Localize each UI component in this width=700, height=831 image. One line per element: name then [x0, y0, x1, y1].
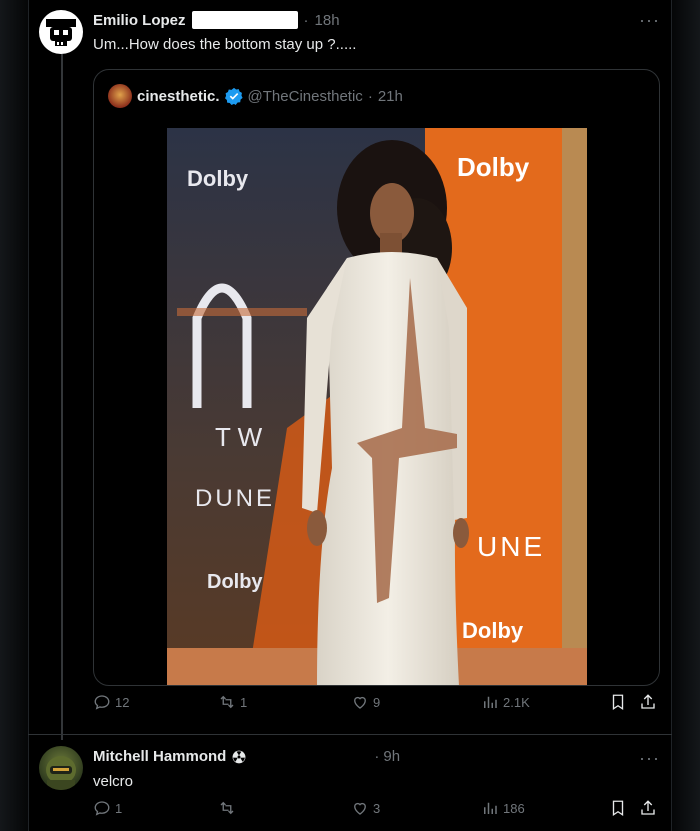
skull-logo-icon: [46, 19, 76, 46]
heart-icon: [354, 802, 366, 815]
photo-text-dune: DUNE: [195, 485, 275, 512]
tweet-text: Um...How does the bottom stay up ?.....: [93, 36, 357, 53]
reply-count: 1: [115, 800, 123, 816]
reply-button[interactable]: 1: [93, 799, 122, 817]
share-icon: [641, 694, 655, 709]
screen-edge-left: [0, 0, 28, 831]
quoted-timestamp[interactable]: 21h: [378, 88, 403, 105]
like-count: 9: [373, 694, 381, 710]
views-button[interactable]: 186: [481, 799, 525, 817]
reply-icon: [94, 801, 110, 816]
share-icon: [641, 800, 655, 815]
tweet-header: Emilio Lopez · 18h: [93, 11, 340, 29]
quoted-author-name[interactable]: cinesthetic.: [137, 88, 220, 105]
share-button[interactable]: [639, 693, 657, 711]
bookmark-button[interactable]: [609, 693, 627, 711]
reply-icon: [94, 695, 110, 710]
bookmark-icon: [612, 800, 624, 817]
verified-badge-icon: [224, 87, 243, 105]
helmet-avatar-icon: [46, 756, 76, 790]
repost-count: 1: [240, 694, 248, 710]
views-count: 186: [503, 800, 525, 816]
quoted-photo[interactable]: Dolby Dolby Dolby Dolby DUNE UNE T W: [167, 128, 587, 685]
radiation-badge-icon: [232, 750, 246, 763]
avatar[interactable]: [39, 746, 83, 790]
repost-button[interactable]: 1: [218, 693, 247, 711]
analytics-icon: [484, 696, 497, 708]
redacted-handle: [191, 11, 298, 29]
red-carpet-photo: Dolby Dolby Dolby Dolby DUNE UNE T W: [167, 128, 587, 685]
reply-header: Mitchell Hammond · 9h: [93, 748, 400, 765]
bookmark-button[interactable]: [609, 799, 627, 817]
photo-text-dolby: Dolby: [457, 152, 530, 182]
photo-text-tw: T W: [215, 422, 263, 452]
more-options-icon[interactable]: ···: [639, 748, 660, 769]
quoted-tweet[interactable]: cinesthetic. @TheCinesthetic · 21h Dolby…: [93, 69, 660, 686]
photo-text-dune: UNE: [477, 531, 545, 562]
quoted-time-separator: ·: [367, 87, 373, 105]
like-button[interactable]: 3: [351, 799, 380, 817]
views-count: 2.1K: [503, 694, 530, 710]
reply-button[interactable]: 12: [93, 693, 129, 711]
more-options-icon[interactable]: ···: [639, 10, 660, 31]
photo-text-dolby: Dolby: [207, 571, 263, 593]
bookmark-icon: [612, 694, 624, 711]
like-button[interactable]: 9: [351, 693, 380, 711]
time-separator: ·: [303, 11, 309, 29]
like-count: 3: [373, 800, 381, 816]
repost-icon: [220, 695, 234, 709]
divider: [28, 734, 672, 735]
thread-connector-line: [61, 54, 63, 740]
views-button[interactable]: 2.1K: [481, 693, 530, 711]
time-separator: ·: [374, 748, 380, 765]
timestamp[interactable]: 9h: [383, 748, 400, 765]
photo-text-dolby: Dolby: [187, 166, 249, 191]
reply-text: velcro: [93, 773, 134, 790]
share-button[interactable]: [639, 799, 657, 817]
author-name[interactable]: Emilio Lopez: [93, 12, 186, 29]
quoted-handle[interactable]: @TheCinesthetic: [248, 88, 363, 105]
timestamp[interactable]: 18h: [315, 12, 340, 29]
redacted-handle: [250, 748, 371, 765]
quoted-avatar[interactable]: [108, 84, 132, 108]
avatar[interactable]: [39, 10, 83, 54]
photo-text-dolby: Dolby: [462, 618, 524, 643]
analytics-icon: [484, 802, 497, 814]
repost-button[interactable]: [218, 799, 240, 817]
heart-icon: [354, 696, 366, 709]
quoted-tweet-header: cinesthetic. @TheCinesthetic · 21h: [108, 84, 403, 108]
reply-author-name[interactable]: Mitchell Hammond: [93, 748, 226, 765]
repost-icon: [220, 801, 234, 815]
reply-count: 12: [115, 694, 130, 710]
screen-edge-right: [672, 0, 700, 831]
